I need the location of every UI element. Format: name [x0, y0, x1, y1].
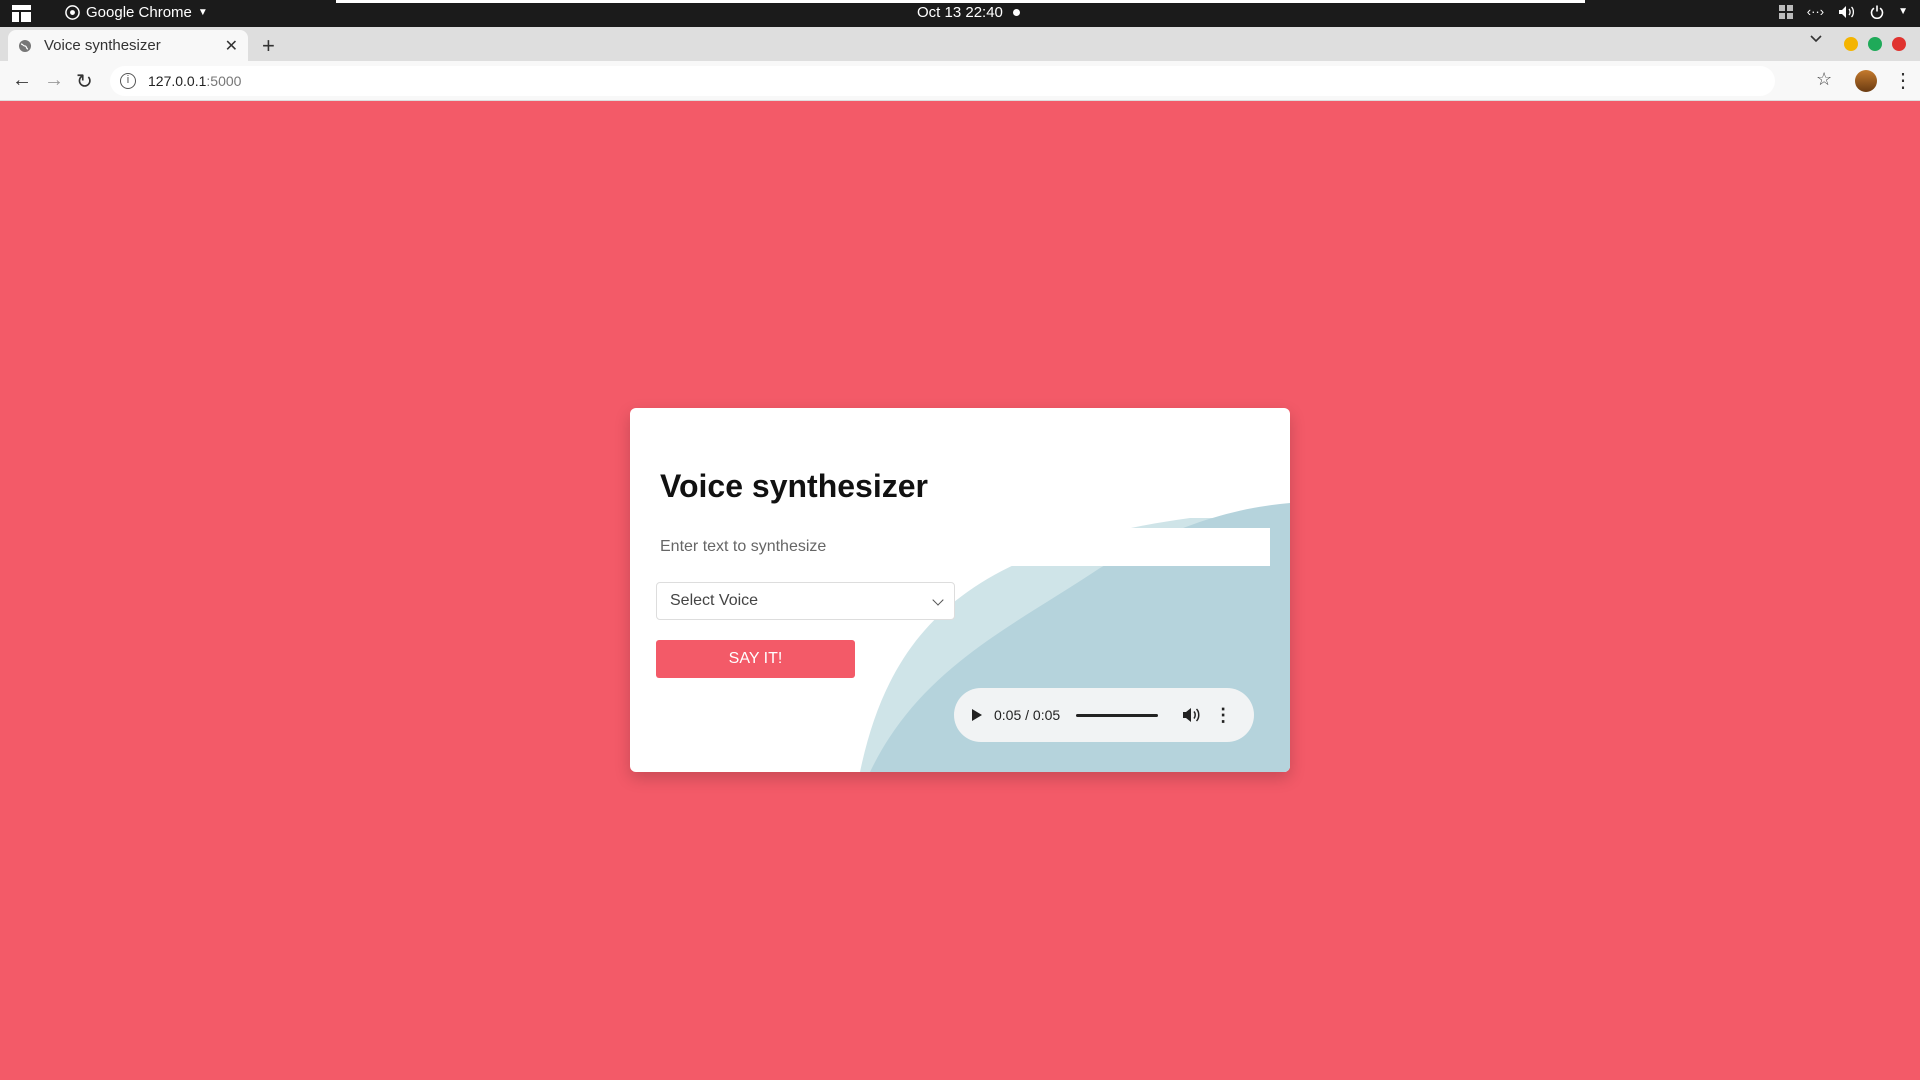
globe-icon [19, 39, 31, 52]
play-icon[interactable] [972, 709, 982, 721]
reload-button[interactable]: ↻ [76, 69, 93, 94]
close-window-button[interactable] [1892, 37, 1906, 51]
site-info-icon[interactable]: i [120, 73, 136, 89]
voice-select[interactable]: Select Voice [656, 582, 955, 620]
power-icon [1870, 5, 1884, 19]
activities-icon[interactable] [12, 5, 31, 22]
browser-toolbar: ← → ↻ i 127.0.0.1:5000 ☆ ⋮ [0, 61, 1920, 101]
new-tab-button[interactable]: + [262, 33, 275, 59]
network-icon: ‹··› [1806, 4, 1825, 19]
window-controls [1844, 37, 1906, 51]
tab-voice-synthesizer[interactable]: Voice synthesizer ✕ [8, 30, 248, 61]
volume-icon [1839, 5, 1855, 18]
audio-seek-bar[interactable] [1076, 713, 1159, 717]
tab-search-icon[interactable] [1810, 35, 1822, 43]
voice-select-value: Select Voice [670, 592, 759, 609]
notification-dot [1012, 9, 1020, 16]
url-host: 127.0.0.1 [148, 73, 207, 89]
volume-icon[interactable] [1182, 707, 1200, 723]
close-tab-icon[interactable]: ✕ [225, 36, 238, 56]
synth-card: Voice synthesizer Select Voice SAY IT! 0… [630, 408, 1290, 772]
audio-time: 0:05 / 0:05 [994, 707, 1061, 723]
say-it-button[interactable]: SAY IT! [656, 640, 855, 678]
page-title: Voice synthesizer [660, 468, 928, 504]
forward-button[interactable]: → [44, 69, 64, 92]
url-port: :5000 [206, 73, 242, 89]
tab-title: Voice synthesizer [44, 37, 161, 54]
notification-strip [336, 0, 1585, 3]
chrome-icon [65, 5, 80, 20]
chevron-down-icon [932, 594, 944, 606]
back-button[interactable]: ← [12, 69, 32, 92]
caret-down-icon: ▼ [1898, 6, 1908, 17]
app-menu-label: Google Chrome [86, 4, 192, 21]
address-bar[interactable]: i 127.0.0.1:5000 [110, 66, 1775, 96]
clock-label: Oct 13 22:40 [917, 4, 1003, 21]
synthesize-text-input[interactable] [656, 528, 1270, 566]
app-menu[interactable]: Google Chrome ▼ [65, 4, 208, 21]
audio-player: 0:05 / 0:05 ⋮ [954, 688, 1254, 742]
tab-strip: Voice synthesizer ✕ + [0, 27, 1920, 61]
more-options-icon[interactable]: ⋮ [1214, 705, 1232, 726]
bookmark-star-icon[interactable]: ☆ [1816, 69, 1832, 90]
system-top-bar: Google Chrome ▼ Oct 13 22:40 ‹··› ▼ [0, 0, 1920, 27]
clock[interactable]: Oct 13 22:40 [917, 4, 1020, 21]
profile-avatar[interactable] [1855, 70, 1877, 92]
minimize-button[interactable] [1844, 37, 1858, 51]
chrome-menu-icon[interactable]: ⋮ [1893, 68, 1913, 93]
system-tray[interactable]: ‹··› ▼ [1778, 4, 1908, 19]
caret-down-icon: ▼ [197, 7, 208, 18]
maximize-button[interactable] [1868, 37, 1882, 51]
grid-icon [1778, 4, 1793, 19]
